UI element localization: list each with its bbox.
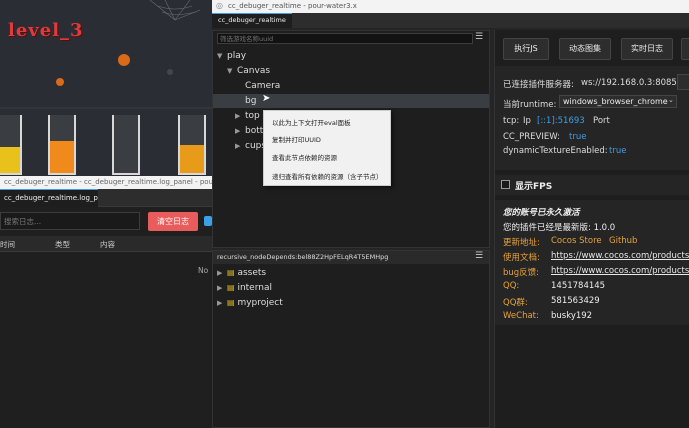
tab-debugger[interactable]: cc_debuger_realtime	[212, 13, 292, 28]
folder-icon: ▤	[227, 298, 235, 307]
tree-node-canvas[interactable]: ▼ Canvas	[227, 66, 270, 76]
dynamic-atlas-button[interactable]: 动态图集	[559, 38, 611, 60]
tcp-ip-label: Ip	[523, 116, 531, 126]
bug-label: bug反馈:	[503, 268, 540, 278]
level-title: level_3	[8, 20, 84, 41]
tcp-address: [::1]:51693	[537, 116, 585, 126]
cup[interactable]	[0, 115, 22, 175]
clear-log-button[interactable]: 清空日志	[148, 212, 198, 231]
menu-icon[interactable]: ☰	[475, 251, 483, 261]
tree-node-bg[interactable]: bg	[245, 96, 256, 106]
menu-icon[interactable]: ☰	[475, 32, 483, 42]
log-search-input[interactable]	[0, 212, 140, 230]
fps-row: 显示FPS	[495, 175, 689, 195]
tree-node-top[interactable]: ▶ top	[235, 111, 260, 121]
github-link[interactable]: Github	[609, 236, 637, 246]
deps-item-assets[interactable]: ▶ ▤ assets	[217, 268, 266, 278]
wechat-value: busky192	[551, 311, 593, 321]
cup[interactable]	[112, 115, 140, 175]
update-label: 更新地址:	[503, 238, 540, 248]
menu-item-open-eval[interactable]: 以此为上下文打开eval面板	[272, 117, 351, 127]
window-icon: ◎	[216, 1, 223, 10]
docs-label: 使用文档:	[503, 253, 540, 263]
menu-item-view-deps[interactable]: 查看此节点依赖的资源	[272, 152, 337, 162]
version-notice: 您的插件已经是最新版: 1.0.0	[503, 223, 616, 233]
deps-header-bar: recursive_nodeDepends:bel88Z2HpFELqR4T5E…	[213, 251, 489, 264]
debugger-titlebar[interactable]: ◎ cc_debuger_realtime - pour-water3.x	[212, 0, 689, 13]
menu-item-recursive-deps[interactable]: 递归查看所有依赖的资源（含子节点）	[272, 171, 383, 181]
pumpkin-decoration	[118, 54, 130, 66]
log-window-titlebar[interactable]: cc_debuger_realtime - cc_debuger_realtim…	[0, 176, 214, 189]
qq-label: QQ:	[503, 281, 520, 291]
tcp-label: tcp:	[503, 116, 520, 126]
log-table-header: 时间 类型 内容	[0, 236, 212, 252]
mouse-cursor-icon: ➤	[262, 93, 271, 104]
node-filter-input[interactable]	[217, 33, 473, 44]
about-box: 您的账号已永久激活 您的插件已经是最新版: 1.0.0 更新地址: Cocos …	[495, 200, 689, 325]
game-view[interactable]: level_3	[0, 0, 212, 176]
docs-link[interactable]: https://www.cocos.com/products?	[551, 251, 689, 261]
account-notice: 您的账号已永久激活	[503, 208, 580, 218]
connection-info-box: 已连接插件服务器: ws://192.168.0.3:8085/ 当前runti…	[495, 66, 689, 170]
qq-group-value: 581563429	[551, 296, 600, 306]
run-js-button[interactable]: 执行JS	[503, 38, 549, 60]
log-window-title: cc_debuger_realtime - cc_debuger_realtim…	[4, 178, 214, 186]
chevron-right-icon[interactable]: ▶	[235, 112, 245, 120]
autoscroll-checkbox[interactable]	[204, 216, 212, 226]
qq-value: 1451784145	[551, 281, 606, 291]
preview-label: CC_PREVIEW:	[503, 132, 560, 142]
preview-value: true	[569, 132, 587, 142]
tcp-port-label: Port	[593, 116, 610, 126]
log-column-type: 类型	[55, 240, 70, 249]
debugger-window: ◎ cc_debuger_realtime - pour-water3.x cc…	[212, 0, 689, 428]
debugger-window-title: cc_debuger_realtime - pour-water3.x	[228, 2, 357, 10]
more-button[interactable]	[681, 38, 689, 60]
dyntex-label: dynamicTextureEnabled:	[503, 146, 608, 156]
runtime-value: windows_browser_chrome	[563, 97, 668, 106]
info-panel: 执行JS 动态图集 实时日志 已连接插件服务器: ws://192.168.0.…	[494, 30, 689, 428]
chevron-right-icon[interactable]: ▶	[217, 299, 227, 307]
chevron-right-icon[interactable]: ▶	[235, 142, 245, 150]
server-value: ws://192.168.0.3:8085/	[581, 78, 680, 88]
chevron-down-icon: ⌄	[668, 96, 674, 104]
chevron-down-icon[interactable]: ▼	[227, 67, 237, 75]
dependency-panel: recursive_nodeDepends:bel88Z2HpFELqR4T5E…	[212, 250, 490, 428]
log-panel-window: cc_debuger_realtime - cc_debuger_realtim…	[0, 176, 214, 428]
qq-group-label: QQ群:	[503, 298, 528, 308]
cup[interactable]	[178, 115, 206, 175]
cocos-store-link[interactable]: Cocos Store	[551, 236, 602, 246]
show-fps-label: 显示FPS	[515, 182, 553, 192]
runtime-label: 当前runtime:	[503, 100, 557, 110]
chevron-right-icon[interactable]: ▶	[217, 269, 227, 277]
log-column-time: 时间	[0, 240, 15, 249]
wechat-label: WeChat:	[503, 311, 539, 321]
folder-icon: ▤	[227, 283, 235, 292]
realtime-log-button[interactable]: 实时日志	[621, 38, 673, 60]
log-column-content: 内容	[100, 240, 115, 249]
menu-item-copy-uuid[interactable]: 复制并打印UUID	[272, 134, 321, 144]
show-fps-checkbox[interactable]	[501, 180, 510, 189]
chevron-down-icon[interactable]: ▼	[217, 52, 227, 60]
dyntex-value: true	[609, 146, 627, 156]
chevron-right-icon[interactable]: ▶	[217, 284, 227, 292]
server-action-button[interactable]	[677, 74, 689, 90]
deps-item-myproject[interactable]: ▶ ▤ myproject	[217, 298, 283, 308]
folder-icon: ▤	[227, 268, 235, 277]
runtime-select[interactable]: windows_browser_chrome ⌄	[559, 95, 677, 108]
context-menu: 以此为上下文打开eval面板 复制并打印UUID 查看此节点依赖的资源 递归查看…	[263, 110, 391, 186]
deps-item-internal[interactable]: ▶ ▤ internal	[217, 283, 272, 293]
cup[interactable]	[48, 115, 76, 175]
server-label: 已连接插件服务器:	[503, 80, 574, 90]
tree-node-play[interactable]: ▼ play	[217, 51, 246, 61]
bug-link[interactable]: https://www.cocos.com/products?	[551, 266, 689, 276]
deps-header: recursive_nodeDepends:bel88Z2HpFELqR4T5E…	[217, 253, 389, 261]
chevron-right-icon[interactable]: ▶	[235, 127, 245, 135]
tab-log-panel[interactable]: cc_debuger_realtime.log_panel	[0, 189, 98, 207]
log-empty-hint: No	[198, 266, 209, 275]
tree-node-camera[interactable]: Camera	[245, 81, 280, 91]
